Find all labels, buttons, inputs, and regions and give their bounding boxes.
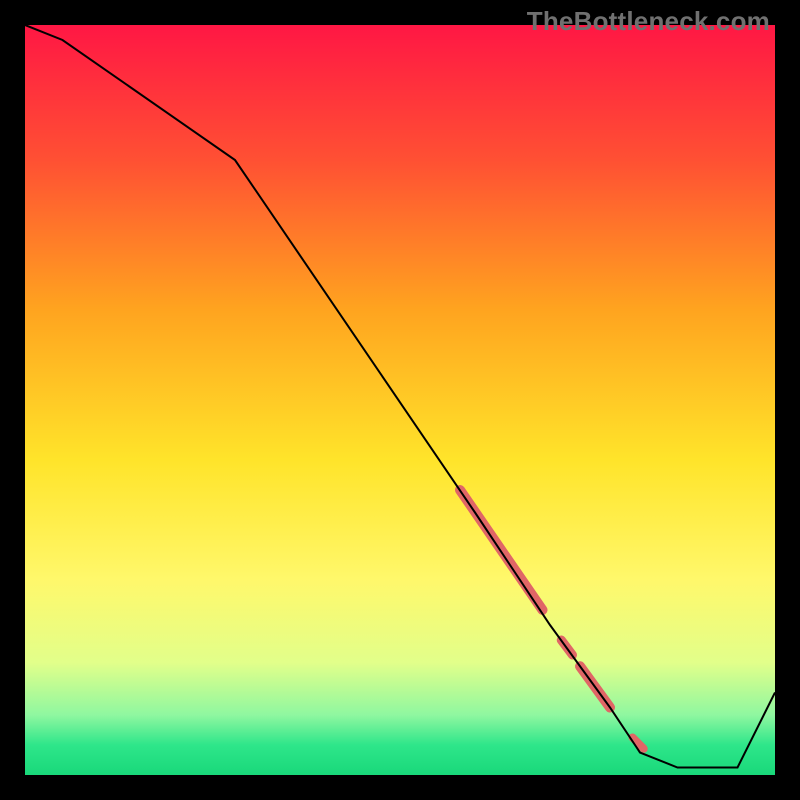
watermark-text: TheBottleneck.com [527,6,770,37]
chart-svg [25,25,775,775]
chart-area [25,25,775,775]
outer-frame: TheBottleneck.com [0,0,800,800]
gradient-background [25,25,775,775]
